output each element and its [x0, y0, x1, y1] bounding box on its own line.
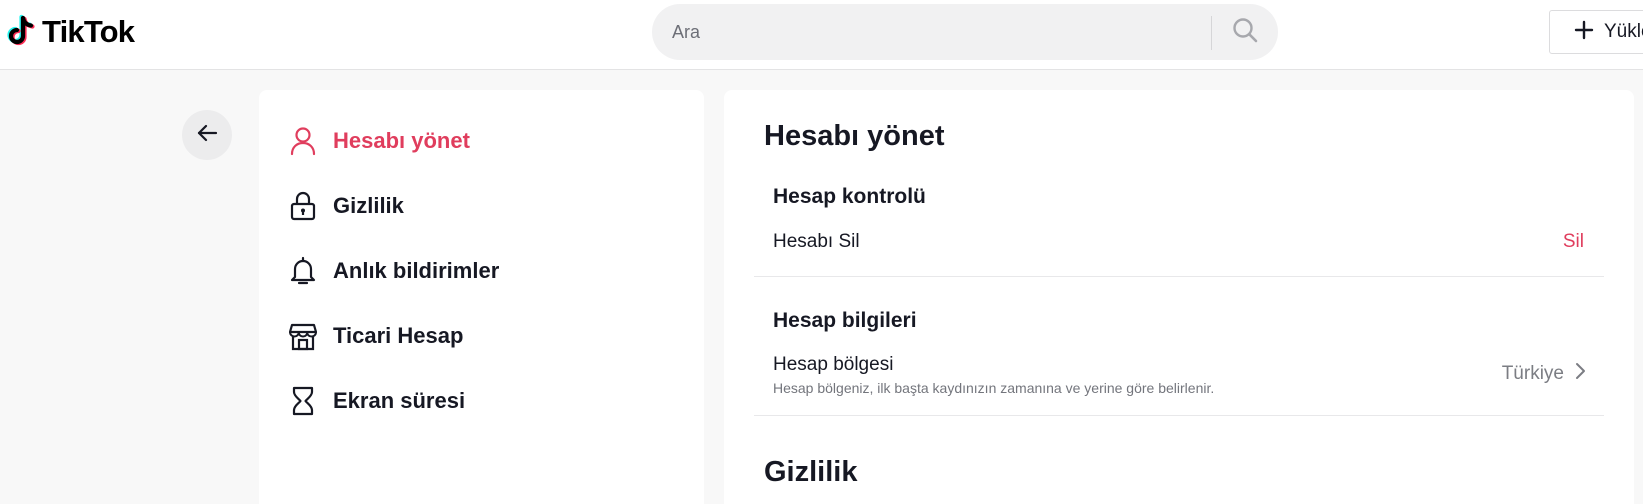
lock-icon: [289, 190, 317, 222]
store-icon: [289, 320, 317, 352]
sidebar-item-label: Ekran süresi: [333, 388, 466, 413]
region-value-text: Türkiye: [1501, 363, 1564, 384]
upload-button[interactable]: Yükle: [1549, 10, 1643, 54]
top-bar: TikTok Yükle: [0, 0, 1643, 70]
sidebar-item-push-notifications[interactable]: Anlık bildirimler: [289, 251, 499, 291]
settings-sidebar: Hesabı yönet Gizlilik Anlık bildirimler: [259, 90, 704, 504]
search-bar: [652, 4, 1278, 60]
section-heading-account-info: Hesap bilgileri: [773, 309, 917, 332]
privacy-section-title: Gizlilik: [764, 456, 858, 488]
section-divider: [754, 276, 1604, 277]
search-input[interactable]: [672, 4, 1212, 60]
sidebar-item-label: Anlık bildirimler: [333, 258, 500, 283]
person-icon: [289, 125, 317, 157]
section-divider: [754, 415, 1604, 416]
upload-label: Yükle: [1604, 21, 1643, 42]
brand-name: TikTok: [42, 14, 135, 49]
sidebar-item-label: Ticari Hesap: [333, 323, 464, 348]
chevron-right-icon: [1574, 362, 1586, 386]
sidebar-item-privacy[interactable]: Gizlilik: [289, 186, 404, 226]
page-title: Hesabı yönet: [764, 120, 945, 152]
account-region-description: Hesap bölgeniz, ilk başta kaydınızın zam…: [773, 380, 1215, 396]
bell-icon: [289, 255, 317, 287]
delete-account-label: Hesabı Sil: [773, 231, 860, 252]
section-heading-account-control: Hesap kontrolü: [773, 185, 926, 208]
sidebar-item-screen-time[interactable]: Ekran süresi: [289, 381, 465, 421]
tiktok-note-icon: [4, 14, 38, 50]
tiktok-logo[interactable]: TikTok: [4, 12, 135, 52]
account-region-label: Hesap bölgesi: [773, 354, 894, 375]
back-button[interactable]: [182, 110, 232, 160]
delete-account-button[interactable]: Sil: [1563, 231, 1584, 253]
account-region-value[interactable]: Türkiye: [1502, 362, 1586, 386]
arrow-left-icon: [195, 121, 219, 150]
plus-icon: [1574, 20, 1594, 45]
sidebar-item-label: Hesabı yönet: [333, 128, 470, 153]
settings-main-panel: Hesabı yönet Hesap kontrolü Hesabı Sil S…: [724, 90, 1634, 504]
hourglass-icon: [289, 385, 317, 417]
sidebar-item-business-account[interactable]: Ticari Hesap: [289, 316, 463, 356]
sidebar-item-manage-account[interactable]: Hesabı yönet: [289, 121, 470, 161]
search-button[interactable]: [1212, 4, 1278, 60]
sidebar-item-label: Gizlilik: [333, 193, 404, 218]
search-icon: [1232, 17, 1258, 48]
